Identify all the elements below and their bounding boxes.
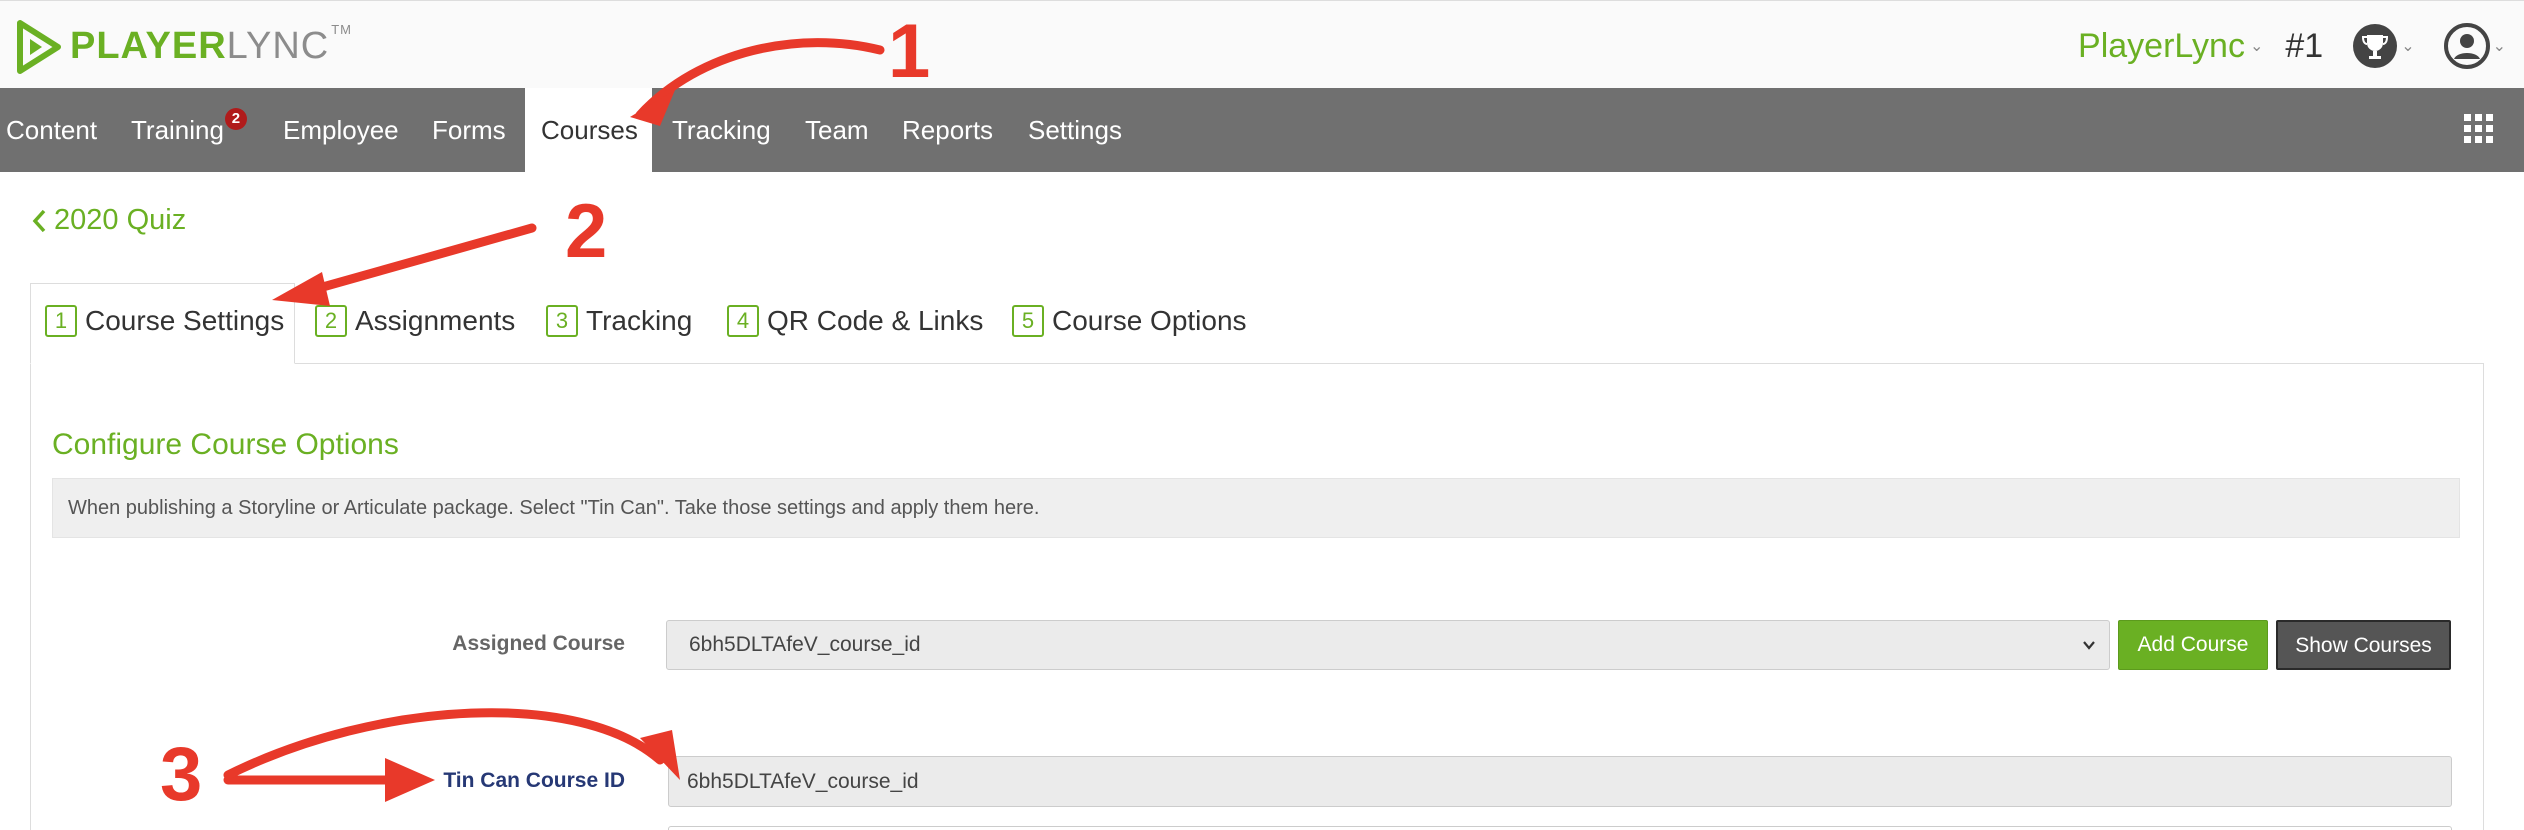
annotation-number-3: 3 xyxy=(160,732,203,817)
main-nav: Content Training 2 Employee Forms Courses… xyxy=(0,88,2524,172)
tab-number: 2 xyxy=(315,305,347,337)
nav-settings[interactable]: Settings xyxy=(1028,88,1122,172)
assigned-course-value: 6bh5DLTAfeV_course_id xyxy=(689,633,921,656)
apps-grid-icon[interactable] xyxy=(2464,114,2494,144)
nav-forms[interactable]: Forms xyxy=(432,88,506,172)
section-title: Configure Course Options xyxy=(52,428,399,461)
account-dropdown[interactable]: PlayerLync ⌄ xyxy=(2078,27,2263,66)
tab-label: Course Settings xyxy=(85,305,285,336)
tab-label: Assignments xyxy=(355,305,516,336)
annotation-number-1: 1 xyxy=(888,9,931,94)
trophy-dropdown[interactable]: ⌄ xyxy=(2351,22,2415,70)
show-courses-button[interactable]: Show Courses xyxy=(2276,620,2451,670)
info-banner: When publishing a Storyline or Articulat… xyxy=(52,478,2460,538)
annotation-number-2: 2 xyxy=(565,189,608,274)
user-avatar-icon xyxy=(2443,23,2490,69)
back-link[interactable]: 2020 Quiz xyxy=(30,204,186,237)
tabs-divider xyxy=(30,363,2484,364)
nav-tracking[interactable]: Tracking xyxy=(672,88,771,172)
next-field[interactable] xyxy=(668,826,2452,830)
notification-badge: 2 xyxy=(224,108,247,130)
tab-course-options[interactable]: 5 Course Options xyxy=(1012,300,1247,342)
tab-assignments[interactable]: 2 Assignments xyxy=(315,300,515,342)
nav-employee[interactable]: Employee xyxy=(283,88,399,172)
nav-content[interactable]: Content xyxy=(6,88,97,172)
nav-team[interactable]: Team xyxy=(805,88,869,172)
tab-number: 4 xyxy=(727,305,759,337)
arrow-2 xyxy=(300,223,537,297)
add-course-button[interactable]: Add Course xyxy=(2118,620,2268,670)
tab-label: Course Options xyxy=(1052,305,1247,336)
tab-tracking[interactable]: 3 Tracking xyxy=(546,300,692,342)
assigned-course-select[interactable]: 6bh5DLTAfeV_course_id xyxy=(666,620,2110,670)
chevron-down-icon: ⌄ xyxy=(2401,38,2415,55)
header-right: PlayerLync ⌄ #1 ⌄ ⌄ xyxy=(2078,19,2506,73)
chevron-left-icon xyxy=(32,209,46,232)
account-name: PlayerLync xyxy=(2078,26,2245,65)
back-link-label: 2020 Quiz xyxy=(54,204,187,236)
chevron-down-icon xyxy=(2083,641,2095,650)
logo-text: PLAYERLYNC TM xyxy=(70,22,352,67)
chevron-down-icon: ⌄ xyxy=(2492,38,2506,55)
tab-label: QR Code & Links xyxy=(767,305,984,336)
nav-reports[interactable]: Reports xyxy=(902,88,993,172)
tab-number: 3 xyxy=(546,305,578,337)
tab-course-settings[interactable]: 1 Course Settings xyxy=(45,300,284,342)
app-header: PLAYERLYNC TM PlayerLync ⌄ #1 ⌄ ⌄ xyxy=(0,0,2524,88)
tab-label: Tracking xyxy=(586,305,693,336)
user-dropdown[interactable]: ⌄ xyxy=(2443,22,2506,70)
tab-number: 5 xyxy=(1012,305,1044,337)
tab-number: 1 xyxy=(45,305,77,337)
tab-qr-code-links[interactable]: 4 QR Code & Links xyxy=(727,300,983,342)
tin-can-course-id-field[interactable]: 6bh5DLTAfeV_course_id xyxy=(668,756,2452,807)
tin-can-course-id-label: Tin Can Course ID xyxy=(443,769,625,792)
nav-training[interactable]: Training 2 xyxy=(131,88,247,172)
trophy-icon xyxy=(2353,24,2398,68)
nav-courses[interactable]: Courses xyxy=(525,88,652,172)
rank-label: #1 xyxy=(2285,26,2324,65)
logo-mark-icon xyxy=(17,20,61,74)
playerlync-logo[interactable]: PLAYERLYNC TM xyxy=(14,17,352,75)
assigned-course-label: Assigned Course xyxy=(452,632,625,655)
chevron-down-icon: ⌄ xyxy=(2249,38,2264,55)
